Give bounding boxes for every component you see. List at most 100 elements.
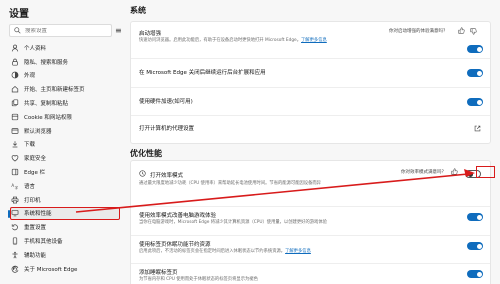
sleeping-tabs-row: 使用标签页休眠功能节约资源 启用此项后，不活动的标签页会在指定时间后进入休眠状态… — [131, 236, 490, 264]
language-icon: A字 — [10, 181, 19, 190]
profile-icon — [10, 43, 19, 52]
annotation-highlight-box — [476, 166, 495, 178]
accessibility-icon — [10, 250, 19, 259]
thumbs-up-icon[interactable] — [458, 27, 465, 34]
startup-boost-desc: 快速访问浏览器。启用此功能后，有助于在设备启动时更快地打开 Microsoft … — [139, 38, 327, 43]
sidebar-item-label: 辅助功能 — [24, 252, 47, 259]
background-run-toggle[interactable] — [467, 69, 483, 77]
system-card: 启动增强 快速访问浏览器。启用此功能后，有助于在设备启动时更快地打开 Micro… — [130, 21, 491, 144]
sidebar-nav: 个人资料 隐私、搜索和服务 外观 开始、主页和新建标签页 共享、复制和粘贴 Co… — [8, 41, 120, 276]
startup-feedback-text: 你对启动增强的体验满意吗？ — [389, 29, 448, 34]
sidebar-item-label: 家庭安全 — [24, 156, 47, 163]
settings-title: 设置 — [9, 9, 29, 20]
sidebar-item-cookies[interactable]: Cookie 和网站权限 — [10, 110, 120, 124]
sleeping-tabs-title: 使用标签页休眠功能节约资源 — [139, 242, 211, 248]
efficiency-mode-icon — [139, 170, 146, 177]
system-icon — [10, 209, 19, 218]
menu-icon[interactable]: ≡ — [115, 27, 122, 35]
thumbs-up-icon[interactable] — [451, 168, 458, 175]
search-input[interactable] — [25, 27, 110, 34]
sidebar-item-label: Cookie 和网站权限 — [24, 114, 72, 121]
sidebar-item-label: 个人资料 — [24, 45, 47, 52]
home-icon — [10, 85, 19, 94]
share-icon — [10, 99, 19, 108]
settings-sidebar: 设置 ≡ 个人资料 隐私、搜索和服务 外观 开始、主页和新建标签页 共享、复制和… — [0, 0, 123, 284]
search-icon — [14, 27, 21, 34]
performance-heading: 优化性能 — [130, 149, 162, 158]
external-link-icon[interactable] — [474, 125, 481, 132]
gaming-desc: 当你在电脑游戏时，Microsoft Edge 将减少其计算机资源（CPU）使用… — [139, 220, 327, 225]
sidebar-item-language[interactable]: A 字语言 — [10, 179, 120, 193]
reset-icon — [10, 223, 19, 232]
printer-icon — [10, 195, 19, 204]
download-icon — [10, 140, 19, 149]
efficiency-feedback-text: 你对效率模式满意吗？ — [401, 170, 446, 175]
sidebar-item-reset[interactable]: 重置设置 — [10, 220, 120, 234]
sidebar-item-default-browser[interactable]: 默认浏览器 — [10, 124, 120, 138]
sidebar-item-label: 打印机 — [24, 197, 41, 204]
sleeping-learn-more-link[interactable]: 了解更多信息 — [285, 249, 311, 254]
gaming-row: 使用效率模式改善电脑游戏体验 当你在电脑游戏时，Microsoft Edge 将… — [131, 207, 490, 236]
proxy-row[interactable]: 打开计算机的代理设置 — [131, 116, 490, 143]
hardware-accel-title: 使用硬件加速(如可用) — [139, 99, 193, 105]
browser-icon — [10, 126, 19, 135]
family-icon — [10, 154, 19, 163]
svg-text:字: 字 — [14, 185, 18, 190]
gaming-toggle[interactable] — [467, 213, 483, 221]
edge-bar-icon — [10, 168, 19, 177]
sidebar-item-phone[interactable]: 手机和其他设备 — [10, 234, 120, 248]
sidebar-item-accessibility[interactable]: 辅助功能 — [10, 248, 120, 262]
sidebar-item-label: 手机和其他设备 — [24, 239, 63, 246]
search-box[interactable] — [9, 24, 112, 37]
startup-boost-toggle[interactable] — [467, 45, 483, 53]
sidebar-item-label: 语言 — [24, 183, 36, 190]
phone-icon — [10, 237, 19, 246]
efficiency-mode-title: 打开效率模式 — [150, 173, 184, 179]
fade-tabs-toggle[interactable] — [467, 270, 483, 278]
sidebar-item-about[interactable]: 关于 Microsoft Edge — [10, 262, 120, 276]
sidebar-item-printers[interactable]: 打印机 — [10, 193, 120, 207]
sidebar-item-label: 外观 — [24, 73, 36, 80]
lock-icon — [10, 57, 19, 66]
sidebar-item-share[interactable]: 共享、复制和粘贴 — [10, 96, 120, 110]
sidebar-item-label: 系统和性能 — [24, 211, 52, 218]
sleeping-tabs-desc: 启用此项后，不活动的标签页会在指定时间后进入休眠状态以节约系统资源。了解更多信息 — [139, 249, 311, 254]
efficiency-mode-desc: 通过最大限度地减少功耗（CPU 使用率）来帮助延长电池使用时间。节省的能源可能因… — [139, 181, 321, 186]
hardware-accel-toggle[interactable] — [467, 98, 483, 106]
fade-tabs-title: 添加睡眠标签页 — [139, 270, 178, 276]
sidebar-item-start[interactable]: 开始、主页和新建标签页 — [10, 82, 120, 96]
sidebar-item-label: 关于 Microsoft Edge — [24, 266, 78, 273]
fade-tabs-row: 添加睡眠标签页 为节省内存和 CPU 使用而处于休眠状态的标签页将显示为褪色 — [131, 264, 490, 284]
sidebar-item-profile[interactable]: 个人资料 — [10, 41, 120, 55]
startup-boost-title: 启动增强 — [139, 31, 162, 37]
performance-card: 打开效率模式 通过最大限度地减少功耗（CPU 使用率）来帮助延长电池使用时间。节… — [130, 160, 491, 284]
sidebar-item-label: 隐私、搜索和服务 — [24, 59, 69, 66]
appearance-icon — [10, 71, 19, 80]
edge-icon — [10, 264, 19, 273]
gaming-title: 使用效率模式改善电脑游戏体验 — [139, 213, 217, 219]
sidebar-item-label: 下载 — [24, 142, 36, 149]
startup-boost-row: 启动增强 快速访问浏览器。启用此功能后，有助于在设备启动时更快地打开 Micro… — [131, 22, 490, 59]
settings-main: 系统 启动增强 快速访问浏览器。启用此功能后，有助于在设备启动时更快地打开 Mi… — [123, 0, 500, 284]
sidebar-item-label: Edge 栏 — [24, 170, 46, 177]
efficiency-mode-row: 打开效率模式 通过最大限度地减少功耗（CPU 使用率）来帮助延长电池使用时间。节… — [131, 161, 490, 207]
startup-learn-more-link[interactable]: 了解更多信息 — [301, 38, 327, 43]
system-heading: 系统 — [130, 6, 146, 15]
sidebar-item-label: 开始、主页和新建标签页 — [24, 87, 85, 94]
proxy-title: 打开计算机的代理设置 — [139, 126, 195, 132]
thumbs-down-icon[interactable] — [470, 28, 477, 35]
sidebar-item-downloads[interactable]: 下载 — [10, 138, 120, 152]
sidebar-item-edge-bar[interactable]: Edge 栏 — [10, 165, 120, 179]
hardware-accel-row: 使用硬件加速(如可用) — [131, 88, 490, 116]
sidebar-item-appearance[interactable]: 外观 — [10, 69, 120, 83]
cookie-icon — [10, 112, 19, 121]
sidebar-item-label: 默认浏览器 — [24, 128, 52, 135]
background-run-title: 在 Microsoft Edge 关闭后继续运行后台扩展和应用 — [139, 70, 266, 76]
sidebar-item-privacy[interactable]: 隐私、搜索和服务 — [10, 55, 120, 69]
sidebar-item-system[interactable]: 系统和性能 — [8, 206, 120, 221]
fade-tabs-desc: 为节省内存和 CPU 使用而处于休眠状态的标签页将显示为褪色 — [139, 277, 258, 282]
sidebar-item-family[interactable]: 家庭安全 — [10, 151, 120, 165]
sidebar-item-label: 共享、复制和粘贴 — [24, 101, 69, 108]
background-run-row: 在 Microsoft Edge 关闭后继续运行后台扩展和应用 — [131, 59, 490, 88]
sleeping-tabs-toggle[interactable] — [467, 242, 483, 250]
